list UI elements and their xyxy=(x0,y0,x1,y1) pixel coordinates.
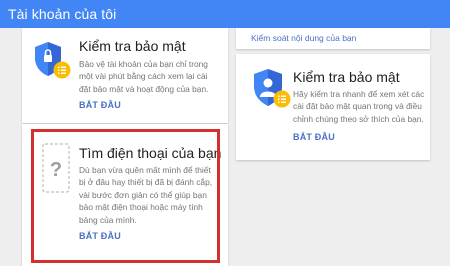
security-check-card: Kiểm tra bảo mật Bảo vệ tài khoản của bạ… xyxy=(22,28,228,123)
security-check-title: Kiểm tra bảo mật xyxy=(79,38,186,54)
app-header: Tài khoản của tôi xyxy=(0,0,450,28)
security-check-description: Bảo vệ tài khoản của bạn chỉ trong một v… xyxy=(79,59,209,94)
user-shield-list-icon xyxy=(254,69,291,108)
security-check-description-right: Hãy kiểm tra nhanh để xem xét các cài đặ… xyxy=(293,89,425,124)
security-check-title-right: Kiểm tra bảo mật xyxy=(293,69,400,85)
highlight-frame xyxy=(31,129,220,263)
security-check-card-right: Kiểm tra bảo mật Hãy kiểm tra nhanh để x… xyxy=(236,54,430,160)
content-control-link[interactable]: Kiểm soát nội dung của bạn xyxy=(251,33,356,43)
security-check-start-button[interactable]: BẮT ĐẦU xyxy=(79,100,121,110)
shield-list-icon xyxy=(35,42,71,79)
security-check-start-button-right[interactable]: BẮT ĐẦU xyxy=(293,132,335,142)
content-control-card: Kiểm soát nội dung của bạn xyxy=(236,28,430,49)
page-title: Tài khoản của tôi xyxy=(8,6,117,22)
